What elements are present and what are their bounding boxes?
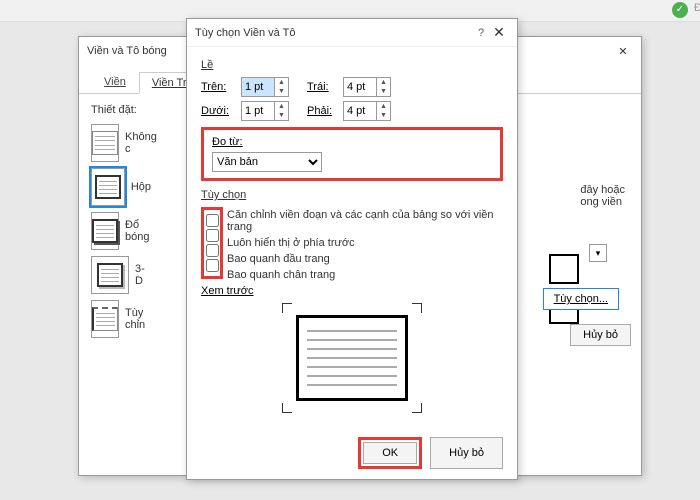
art-dropdown-icon[interactable]: ▾	[589, 244, 607, 262]
measure-from-highlight: Đo từ: Văn bản	[201, 127, 503, 181]
right-margin-input[interactable]	[344, 102, 376, 120]
top-margin-label: Trên:	[201, 81, 235, 93]
tab-border[interactable]: Viền	[91, 71, 139, 93]
top-margin-spinner[interactable]: ▲▼	[241, 77, 289, 97]
right-margin-label: Phải:	[307, 105, 337, 117]
crop-handle-icon	[282, 403, 292, 413]
left-margin-input[interactable]	[344, 78, 376, 96]
left-margin-spinner[interactable]: ▲▼	[343, 77, 391, 97]
status-letter: Đ	[694, 2, 700, 14]
opt4-checkbox[interactable]	[206, 259, 219, 272]
options-group-label: Tùy chọn	[201, 189, 503, 201]
dialog2-body: Lề Trên: ▲▼ Trái: ▲▼ Dưới: ▲▼ Phải: ▲▼ Đ…	[187, 47, 517, 421]
opt2-checkbox[interactable]	[206, 229, 219, 242]
preview-hint-text: đây hoặc ong viền	[580, 184, 625, 208]
top-margin-input[interactable]	[242, 78, 274, 96]
preview-page	[296, 315, 408, 401]
help-icon[interactable]: ?	[473, 27, 489, 39]
preset-shadow-label: Đổ bóng	[125, 219, 151, 243]
margins-group-label: Lề	[201, 59, 503, 71]
dialog2-close-icon[interactable]: ✕	[489, 24, 509, 41]
right-margin-spinner[interactable]: ▲▼	[343, 101, 391, 121]
dialog2-cancel-button[interactable]: Hủy bỏ	[430, 437, 503, 469]
preview-box	[282, 303, 422, 413]
sync-status-icon: ✓	[672, 2, 688, 18]
preset-3d[interactable]: 3-D	[91, 256, 151, 294]
measure-from-select[interactable]: Văn bản	[212, 152, 322, 172]
measure-from-label: Đo từ:	[212, 136, 492, 148]
crop-handle-icon	[282, 303, 292, 313]
preview-swatch-1	[549, 254, 579, 284]
preset-custom-label: Tùy chỉn	[125, 307, 151, 331]
border-options-dialog: Tùy chọn Viền và Tô ? ✕ Lề Trên: ▲▼ Trái…	[186, 18, 518, 480]
margin-row-top: Trên: ▲▼ Trái: ▲▼	[201, 77, 503, 97]
preset-box[interactable]: Hộp	[91, 168, 151, 206]
preset-none[interactable]: Không c	[91, 124, 151, 162]
dialog2-titlebar: Tùy chọn Viền và Tô ? ✕	[187, 19, 517, 47]
preset-list: Không c Hộp Đổ bóng 3-D Tùy chỉn	[91, 124, 151, 338]
dialog1-cancel-button[interactable]: Hủy bỏ	[570, 324, 631, 346]
preview-label: Xem trước	[201, 285, 503, 297]
bottom-margin-spinner[interactable]: ▲▼	[241, 101, 289, 121]
preset-3d-label: 3-D	[135, 263, 151, 287]
preset-shadow[interactable]: Đổ bóng	[91, 212, 151, 250]
opt1-checkbox[interactable]	[206, 214, 219, 227]
dialog2-title: Tùy chọn Viền và Tô	[195, 27, 473, 39]
preset-custom[interactable]: Tùy chỉn	[91, 300, 151, 338]
checkbox-highlight	[201, 207, 223, 279]
opt4-label: Bao quanh chân trang	[227, 269, 503, 281]
ok-highlight: OK	[358, 437, 422, 469]
preset-none-label: Không c	[125, 131, 157, 155]
preset-box-label: Hộp	[131, 181, 151, 193]
options-button[interactable]: Tùy chọn...	[543, 288, 619, 310]
ok-button[interactable]: OK	[363, 442, 417, 464]
dialog1-close-icon[interactable]: ✕	[613, 45, 633, 58]
crop-handle-icon	[412, 403, 422, 413]
opt1-label: Căn chỉnh viền đoạn và các cạnh của bảng…	[227, 209, 503, 233]
bottom-margin-label: Dưới:	[201, 105, 235, 117]
crop-handle-icon	[412, 303, 422, 313]
bottom-margin-input[interactable]	[242, 102, 274, 120]
opt3-checkbox[interactable]	[206, 244, 219, 257]
opt2-label: Luôn hiển thị ở phía trước	[227, 237, 503, 249]
dialog2-buttons: OK Hủy bỏ	[358, 437, 503, 469]
opt3-label: Bao quanh đầu trang	[227, 253, 503, 265]
left-margin-label: Trái:	[307, 81, 337, 93]
margin-row-bottom: Dưới: ▲▼ Phải: ▲▼	[201, 101, 503, 121]
